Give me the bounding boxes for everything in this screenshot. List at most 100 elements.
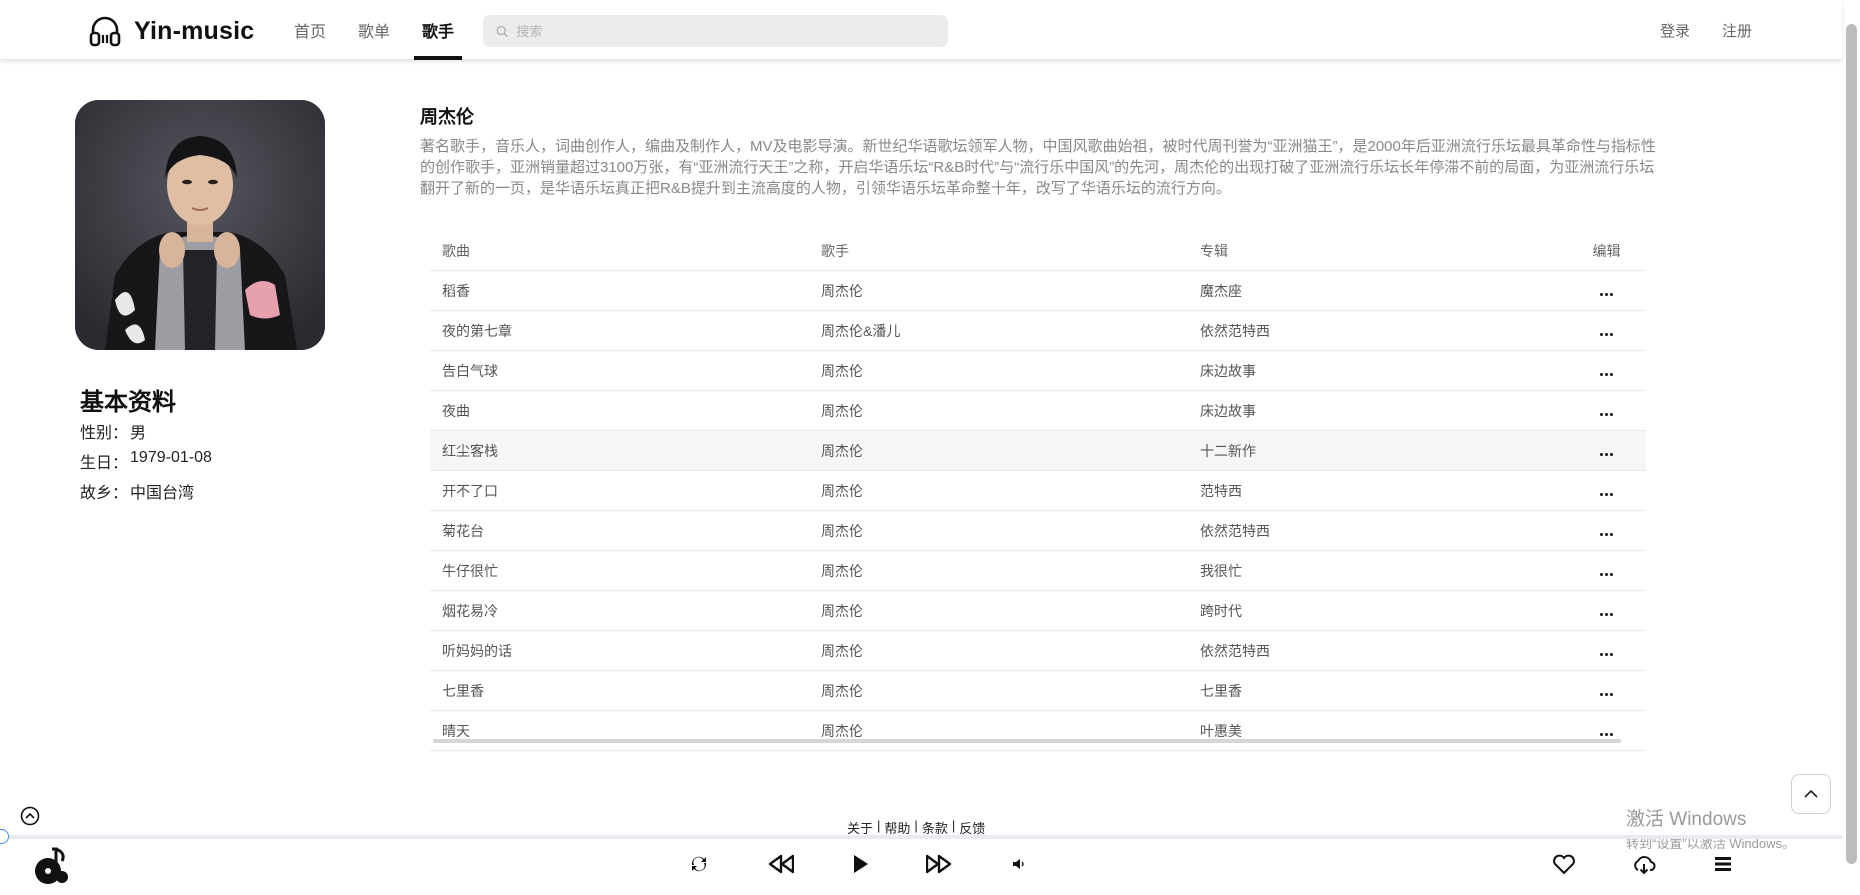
- cell-song: 烟花易冷: [442, 602, 498, 619]
- nav-singers[interactable]: 歌手: [406, 0, 470, 60]
- cell-edit: [1567, 483, 1646, 499]
- cell-singer: 周杰伦: [821, 282, 863, 299]
- cell-song: 七里香: [442, 682, 484, 699]
- more-icon[interactable]: [1600, 492, 1613, 496]
- cell-album: 依然范特西: [1200, 522, 1270, 539]
- artist-photo: [75, 100, 325, 350]
- fast-forward-icon: [926, 854, 952, 874]
- play-icon: [854, 855, 868, 873]
- loop-button[interactable]: [687, 852, 711, 876]
- table-row[interactable]: 烟花易冷 周杰伦 跨时代: [430, 591, 1646, 631]
- cell-song: 晴天: [442, 722, 470, 739]
- more-icon[interactable]: [1600, 372, 1613, 376]
- table-row[interactable]: 七里香 周杰伦 七里香: [430, 671, 1646, 711]
- cell-song: 菊花台: [442, 522, 484, 539]
- login-link[interactable]: 登录: [1660, 20, 1690, 41]
- artist-description: 著名歌手，音乐人，词曲创作人，编曲及制作人，MV及电影导演。新世纪华语歌坛领军人…: [420, 138, 1656, 197]
- music-disc-icon[interactable]: [30, 843, 74, 887]
- table-row[interactable]: 听妈妈的话 周杰伦 依然范特西: [430, 631, 1646, 671]
- chevron-up-circle-icon[interactable]: [20, 806, 40, 826]
- cell-song: 夜曲: [442, 402, 470, 419]
- cell-album: 跨时代: [1200, 602, 1242, 619]
- search-box[interactable]: [483, 15, 948, 47]
- cell-singer: 周杰伦&潘儿: [821, 322, 901, 339]
- back-to-top-button[interactable]: [1791, 774, 1831, 814]
- cell-edit: [1567, 323, 1646, 339]
- previous-button[interactable]: [767, 852, 795, 876]
- more-icon[interactable]: [1600, 412, 1613, 416]
- table-horizontal-scrollbar[interactable]: [433, 739, 1621, 743]
- table-row[interactable]: 夜的第七章 周杰伦&潘儿 依然范特西: [430, 311, 1646, 351]
- more-icon[interactable]: [1600, 652, 1613, 656]
- table-row[interactable]: 晴天 周杰伦 叶惠美: [430, 711, 1646, 751]
- table-row[interactable]: 稻香 周杰伦 魔杰座: [430, 271, 1646, 311]
- nav-playlists[interactable]: 歌单: [342, 0, 406, 60]
- birthday-value: 1979-01-08: [130, 449, 212, 466]
- cell-singer: 周杰伦: [821, 562, 863, 579]
- table-header: 歌曲 歌手 专辑 编辑: [430, 231, 1646, 271]
- song-table: 歌曲 歌手 专辑 编辑 稻香 周杰伦 魔杰座 夜的第七章 周杰伦&潘儿 依然范特西 告白气球…: [430, 231, 1646, 751]
- chevron-up-icon: [1804, 789, 1818, 798]
- search-input[interactable]: [516, 23, 948, 39]
- table-row[interactable]: 告白气球 周杰伦 床边故事: [430, 351, 1646, 391]
- cell-album: 范特西: [1200, 482, 1242, 499]
- progress-handle[interactable]: [0, 829, 9, 844]
- cell-singer: 周杰伦: [821, 682, 863, 699]
- next-button[interactable]: [925, 852, 953, 876]
- cell-edit: [1567, 723, 1646, 739]
- more-icon[interactable]: [1600, 692, 1613, 696]
- cell-album: 依然范特西: [1200, 322, 1270, 339]
- birthday-row: 生日： 1979-01-08: [80, 449, 212, 473]
- page-scrollbar[interactable]: [1846, 24, 1857, 864]
- table-body: 稻香 周杰伦 魔杰座 夜的第七章 周杰伦&潘儿 依然范特西 告白气球 周杰伦 床边故事 夜曲 周杰伦…: [430, 271, 1646, 751]
- cell-edit: [1567, 643, 1646, 659]
- auth-links: 登录 注册: [1660, 0, 1752, 60]
- headphones-icon: [89, 16, 121, 47]
- cell-album: 我很忙: [1200, 562, 1242, 579]
- playback-progress-bar[interactable]: [0, 835, 1842, 839]
- hometown-row: 故乡： 中国台湾: [80, 479, 194, 503]
- more-icon[interactable]: [1600, 612, 1613, 616]
- cell-song: 开不了口: [442, 482, 498, 499]
- gender-value: 男: [130, 425, 147, 442]
- playlist-button[interactable]: [1711, 852, 1735, 876]
- cell-album: 叶惠美: [1200, 722, 1242, 739]
- favorite-button[interactable]: [1552, 852, 1576, 876]
- more-icon[interactable]: [1600, 452, 1613, 456]
- play-button[interactable]: [848, 852, 872, 876]
- volume-icon: [1013, 859, 1024, 869]
- cell-album: 魔杰座: [1200, 282, 1242, 299]
- gender-label: 性别：: [80, 425, 129, 442]
- volume-button[interactable]: [1007, 852, 1031, 876]
- cell-album: 十二新作: [1200, 442, 1256, 459]
- logo[interactable]: Yin-music: [88, 14, 254, 48]
- more-icon[interactable]: [1600, 292, 1613, 296]
- gender-row: 性别： 男: [80, 419, 146, 443]
- cell-singer: 周杰伦: [821, 602, 863, 619]
- more-icon[interactable]: [1600, 532, 1613, 536]
- cell-edit: [1567, 523, 1646, 539]
- download-button[interactable]: [1632, 852, 1656, 876]
- cell-song: 夜的第七章: [442, 322, 512, 339]
- table-row[interactable]: 开不了口 周杰伦 范特西: [430, 471, 1646, 511]
- table-row[interactable]: 夜曲 周杰伦 床边故事: [430, 391, 1646, 431]
- cell-edit: [1567, 443, 1646, 459]
- cell-singer: 周杰伦: [821, 402, 863, 419]
- table-row[interactable]: 菊花台 周杰伦 依然范特西: [430, 511, 1646, 551]
- more-icon[interactable]: [1600, 332, 1613, 336]
- register-link[interactable]: 注册: [1722, 20, 1752, 41]
- cell-edit: [1567, 363, 1646, 379]
- main-nav: 首页 歌单 歌手: [278, 0, 470, 60]
- cell-edit: [1567, 603, 1646, 619]
- logo-text: Yin-music: [134, 16, 255, 45]
- table-row[interactable]: 牛仔很忙 周杰伦 我很忙: [430, 551, 1646, 591]
- table-row[interactable]: 红尘客栈 周杰伦 十二新作: [430, 431, 1646, 471]
- cell-song: 告白气球: [442, 362, 498, 379]
- more-icon[interactable]: [1600, 572, 1613, 576]
- more-icon[interactable]: [1600, 732, 1613, 736]
- heart-icon: [1553, 854, 1575, 875]
- header-album: 专辑: [1200, 242, 1228, 259]
- nav-home[interactable]: 首页: [278, 0, 342, 60]
- cell-song: 牛仔很忙: [442, 562, 498, 579]
- cell-edit: [1567, 683, 1646, 699]
